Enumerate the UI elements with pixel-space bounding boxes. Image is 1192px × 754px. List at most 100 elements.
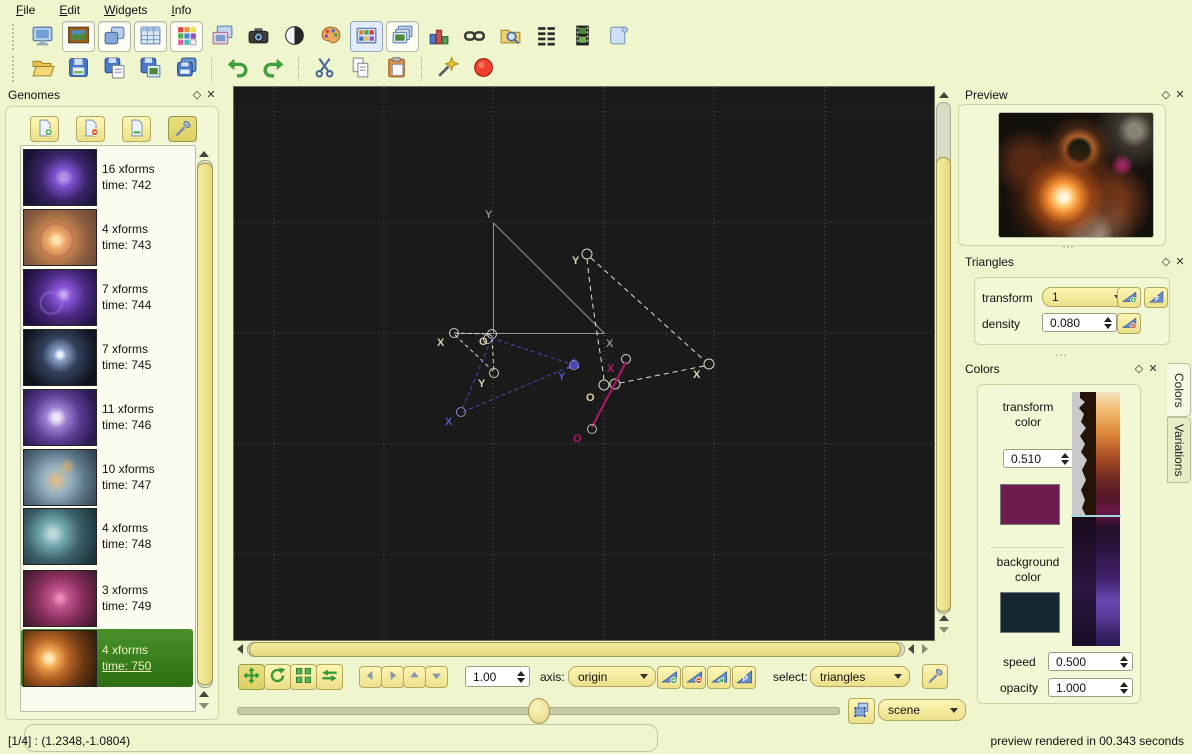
palette-gradient[interactable] (1071, 392, 1121, 649)
toolbar-handle[interactable] (12, 24, 19, 50)
delete-genome-button[interactable] (76, 116, 105, 142)
render-stop-button[interactable] (467, 53, 500, 84)
speed-spinner[interactable]: 0.500 (1048, 652, 1133, 671)
selection-mode-select[interactable]: triangles (810, 666, 910, 687)
save-button[interactable] (62, 53, 95, 84)
genome-status-button[interactable] (122, 116, 151, 142)
dock-splitter[interactable]: ⋯ (1062, 240, 1075, 254)
editor-settings-button[interactable] (922, 664, 948, 689)
save-all-button[interactable] (170, 53, 203, 84)
list-item[interactable]: 16 xformstime: 742 (21, 148, 193, 206)
redo-button[interactable] (257, 53, 290, 84)
contrast-button[interactable] (278, 21, 311, 52)
nudge-down-button[interactable] (425, 666, 448, 688)
xform-editor-canvas[interactable]: Y X X O Y (233, 86, 935, 641)
transform-color-spinner[interactable]: 0.510 (1003, 449, 1074, 468)
save-image-button[interactable] (134, 53, 167, 84)
open-button[interactable] (26, 53, 59, 84)
paste-button[interactable] (380, 53, 413, 84)
new-genome-button[interactable] (30, 116, 59, 142)
menu-file[interactable]: File (6, 1, 45, 19)
chart-button[interactable] (422, 21, 455, 52)
list-item[interactable]: 7 xformstime: 744 (21, 268, 193, 326)
tab-variations[interactable]: Variations (1167, 417, 1191, 483)
filmstrip-button[interactable] (566, 21, 599, 52)
density-spinner[interactable]: 0.080 (1042, 313, 1117, 332)
browse-button[interactable] (494, 21, 527, 52)
axis-select[interactable]: origin (568, 666, 656, 687)
float-icon[interactable]: ◇ (1159, 255, 1173, 268)
toolbar-handle[interactable] (12, 56, 19, 82)
rotate-mode-button[interactable] (264, 664, 291, 690)
opacity-spinner[interactable]: 1.000 (1048, 678, 1133, 697)
wand-button[interactable] (431, 53, 464, 84)
close-icon[interactable]: ✕ (1173, 255, 1187, 268)
color-table-button[interactable] (350, 21, 383, 52)
genome-table-button[interactable] (134, 21, 167, 52)
spinner-arrows-icon[interactable] (517, 671, 525, 683)
list-view-button[interactable] (530, 21, 563, 52)
canvas-vscrollbar-thumb[interactable] (936, 157, 951, 612)
add-transform-button[interactable] (1117, 287, 1141, 308)
canvas-scroll-up-button[interactable] (936, 612, 951, 624)
final-transform-button[interactable]: F (1144, 287, 1168, 308)
canvas-scroll-right-button[interactable] (918, 641, 931, 656)
list-item[interactable]: 4 xformstime: 748 (21, 507, 193, 565)
scale-mode-button[interactable] (290, 664, 317, 690)
main-window-button[interactable] (26, 21, 59, 52)
scene-select[interactable]: scene (878, 699, 966, 721)
copy-button[interactable] (344, 53, 377, 84)
scene-widget-button[interactable] (848, 698, 875, 724)
move-mode-button[interactable] (238, 664, 265, 690)
canvas-scroll-left-button[interactable] (904, 641, 917, 656)
palette-button[interactable] (314, 21, 347, 52)
list-item[interactable]: 10 xformstime: 747 (21, 448, 193, 506)
list-item[interactable]: 11 xformstime: 746 (21, 388, 193, 446)
close-icon[interactable]: ✕ (1173, 88, 1187, 101)
list-item-selected[interactable]: 4 xformstime: 750 (21, 629, 193, 687)
transform-color-swatch[interactable] (1000, 484, 1060, 525)
nudge-left-button[interactable] (359, 666, 382, 688)
spinner-arrows-icon[interactable] (1061, 453, 1069, 465)
script-button[interactable] (602, 21, 635, 52)
canvas-scroll-down-button[interactable] (936, 624, 951, 636)
widgets-button[interactable] (98, 21, 131, 52)
remove-transform-button[interactable] (1117, 313, 1141, 334)
duplicate-triangle-button[interactable] (707, 666, 731, 689)
canvas-scroll-up-button[interactable] (936, 88, 951, 101)
post-triangle-button[interactable]: P (732, 666, 756, 689)
float-icon[interactable]: ◇ (190, 88, 204, 101)
add-triangle-button[interactable] (657, 666, 681, 689)
nudge-right-button[interactable] (381, 666, 404, 688)
canvas-hscrollbar-thumb[interactable] (249, 642, 901, 657)
float-icon[interactable]: ◇ (1132, 362, 1146, 375)
scroll-up-button[interactable] (196, 688, 212, 700)
menu-edit[interactable]: Edit (49, 1, 90, 19)
background-color-swatch[interactable] (1000, 592, 1060, 633)
list-item[interactable]: 7 xformstime: 745 (21, 328, 193, 386)
palette-grid-button[interactable] (170, 21, 203, 52)
spinner-arrows-icon[interactable] (1120, 656, 1128, 668)
image-stack-button[interactable] (386, 21, 419, 52)
scroll-down-button[interactable] (196, 700, 212, 712)
scroll-up-button[interactable] (196, 147, 212, 160)
close-icon[interactable]: ✕ (1146, 362, 1160, 375)
chain-button[interactable] (458, 21, 491, 52)
nudge-up-button[interactable] (403, 666, 426, 688)
canvas-scroll-left-button[interactable] (233, 641, 246, 656)
menu-widgets[interactable]: Widgets (94, 1, 157, 19)
spinner-arrows-icon[interactable] (1120, 682, 1128, 694)
genome-config-button[interactable] (168, 116, 197, 142)
scene-slider-handle[interactable] (528, 698, 550, 724)
list-item[interactable]: 3 xformstime: 749 (21, 569, 193, 627)
move-amount-spinner[interactable]: 1.00 (465, 666, 530, 687)
tab-colors[interactable]: Colors (1167, 363, 1191, 417)
image-settings-button[interactable] (62, 21, 95, 52)
snapshot-button[interactable] (242, 21, 275, 52)
genome-scrollbar-thumb[interactable] (197, 163, 213, 685)
duplicate-flame-button[interactable] (206, 21, 239, 52)
spinner-arrows-icon[interactable] (1104, 317, 1112, 329)
close-icon[interactable]: ✕ (204, 88, 218, 101)
cut-button[interactable] (308, 53, 341, 84)
undo-button[interactable] (221, 53, 254, 84)
